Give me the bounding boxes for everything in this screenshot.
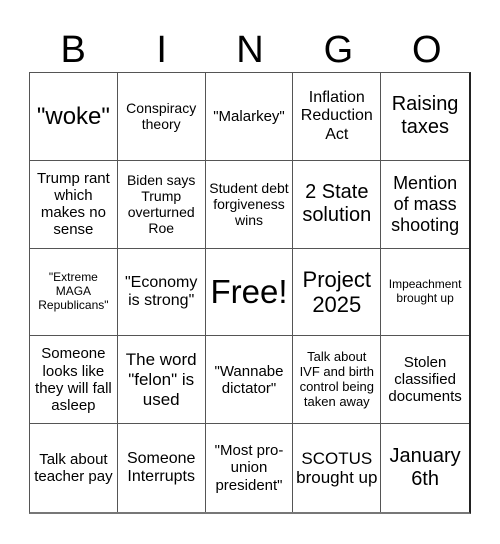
- bingo-grid: "woke" Conspiracy theory "Malarkey" Infl…: [29, 72, 471, 514]
- bingo-cell[interactable]: Conspiracy theory: [117, 73, 206, 161]
- bingo-cell[interactable]: Mention of mass shooting: [381, 161, 469, 249]
- bingo-cell[interactable]: Someone looks like they will fall asleep: [30, 336, 118, 425]
- bingo-cell[interactable]: Inflation Reduction Act: [293, 73, 382, 161]
- bingo-cell[interactable]: "Extreme MAGA Republicans": [30, 248, 118, 337]
- bingo-cell[interactable]: Project 2025: [293, 248, 382, 337]
- bingo-cell[interactable]: Student debt forgiveness wins: [205, 160, 294, 249]
- bingo-cell[interactable]: Talk about teacher pay: [30, 424, 118, 512]
- bingo-cell[interactable]: Talk about IVF and birth control being t…: [293, 336, 382, 425]
- header-letter-o: O: [412, 29, 442, 71]
- header-letter-b: B: [60, 29, 86, 71]
- bingo-cell[interactable]: "Most pro-union president": [206, 424, 294, 512]
- free-space-cell[interactable]: Free!: [205, 248, 294, 337]
- bingo-cell[interactable]: Biden says Trump overturned Roe: [117, 160, 206, 249]
- bingo-cell[interactable]: Raising taxes: [381, 73, 469, 161]
- bingo-cell[interactable]: Someone Interrupts: [118, 424, 206, 512]
- bingo-cell[interactable]: Impeachment brought up: [381, 249, 469, 337]
- bingo-cell[interactable]: Stolen classified documents: [381, 336, 469, 425]
- bingo-cell[interactable]: January 6th: [381, 424, 469, 512]
- bingo-cell[interactable]: "woke": [30, 73, 118, 161]
- header-letter-g: G: [323, 29, 354, 71]
- bingo-cell[interactable]: The word "felon" is used: [117, 336, 206, 425]
- bingo-cell[interactable]: "Economy is strong": [117, 248, 206, 337]
- bingo-cell[interactable]: SCOTUS brought up: [293, 424, 382, 512]
- bingo-cell[interactable]: "Malarkey": [205, 73, 294, 161]
- bingo-cell[interactable]: 2 State solution: [293, 160, 382, 249]
- bingo-header: B I N G O: [29, 28, 471, 72]
- bingo-cell[interactable]: "Wannabe dictator": [205, 336, 294, 425]
- header-letter-i: I: [156, 29, 167, 71]
- bingo-cell[interactable]: Trump rant which makes no sense: [30, 160, 118, 249]
- header-letter-n: N: [236, 29, 264, 71]
